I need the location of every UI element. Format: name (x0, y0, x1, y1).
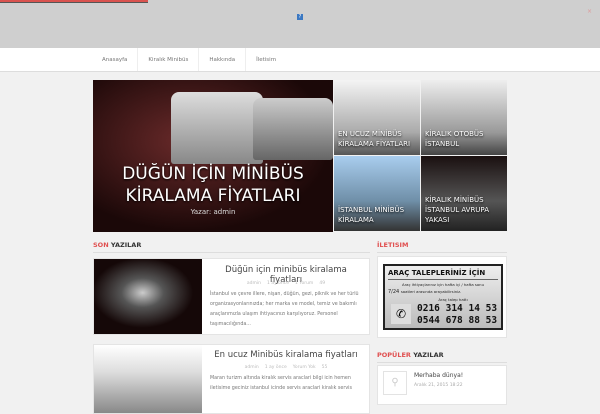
contact-ad[interactable]: ARAÇ TALEPLERİNİZ İÇİN Araç ihtiyaçların… (383, 264, 503, 330)
nav-anasayfa[interactable]: Anasayfa (92, 48, 139, 71)
nav-kiralik-minibus[interactable]: Kiralık Minibüs (138, 48, 200, 71)
tile-title: KİRALIK OTOBÜS İSTANBUL (425, 130, 484, 148)
tile-en-ucuz[interactable]: EN UCUZ MİNİBÜS KİRALAMA FİYATLARI (334, 80, 420, 155)
tile-title: EN UCUZ MİNİBÜS KİRALAMA FİYATLARI (338, 130, 411, 148)
tile-avrupa-yakasi[interactable]: KİRALIK MİNİBÜS İSTANBUL AVRUPA YAKASI (421, 156, 507, 231)
slide-title[interactable]: DÜĞÜN İÇİN MİNİBÜS KİRALAMA FİYATLARI (93, 163, 333, 207)
post-card[interactable]: Düğün için minibüs kiralama fiyatları ad… (93, 258, 370, 335)
red-strip (0, 0, 148, 3)
contact-heading: İLETISIM (377, 241, 507, 253)
phone-icon: ✆ (391, 304, 411, 324)
post-card[interactable]: En ucuz Minibüs kiralama fiyatları admin… (93, 344, 370, 414)
post-thumbnail[interactable] (94, 345, 202, 413)
recent-posts-heading: SON YAZILAR (93, 241, 370, 253)
van-image (253, 98, 333, 160)
tile-istanbul-minibus[interactable]: İSTANBUL MİNİBÜS KİRALAMA (334, 156, 420, 231)
phone-2[interactable]: 0544 678 88 53 (417, 315, 497, 326)
close-icon[interactable]: × (587, 8, 592, 15)
image-placeholder-icon: ⚲ (383, 371, 407, 395)
tile-title: KİRALIK MİNİBÜS İSTANBUL AVRUPA YAKASI (425, 196, 489, 224)
tile-kiralik-otobus[interactable]: KİRALIK OTOBÜS İSTANBUL (421, 80, 507, 155)
ad-hours: 7/24 (388, 289, 400, 295)
popular-heading: POPÜLER YAZILAR (377, 351, 507, 363)
popular-post-date: Aralık 21, 2015 18:22 (414, 383, 463, 388)
popular-post-title[interactable]: Merhaba dünya! (414, 372, 463, 379)
van-image (171, 92, 263, 164)
main-nav: Anasayfa Kiralık Minibüs Hakkında İletis… (0, 48, 600, 72)
nav-iletisim[interactable]: İletisim (246, 48, 286, 71)
post-excerpt: İstanbul ve çevre illere, nişan, düğün, … (210, 292, 359, 327)
featured-slide[interactable]: DÜĞÜN İÇİN MİNİBÜS KİRALAMA FİYATLARI Ya… (93, 80, 333, 232)
phone-1[interactable]: 0216 314 14 53 (417, 303, 497, 314)
slide-author: Yazar: admin (190, 208, 236, 216)
nav-hakkinda[interactable]: Hakkında (199, 48, 247, 71)
contact-widget: ARAÇ TALEPLERİNİZ İÇİN Araç ihtiyaçların… (377, 256, 507, 338)
ad-heading: ARAÇ TALEPLERİNİZ İÇİN (388, 269, 498, 280)
post-meta: admin 1 ay önce Yorum Yok 55 (244, 365, 328, 370)
ad-label: Araç talep hattı (438, 297, 468, 302)
top-banner: ? × (0, 0, 600, 48)
help-icon[interactable]: ? (297, 14, 303, 20)
post-meta: admin 1 ay önce 1 Yorum 49 (246, 281, 326, 286)
tile-title: İSTANBUL MİNİBÜS KİRALAMA (338, 206, 405, 224)
post-title[interactable]: En ucuz Minibüs kiralama fiyatları (209, 350, 363, 360)
popular-widget: ⚲ Merhaba dünya! Aralık 21, 2015 18:22 (377, 365, 507, 405)
ad-line: Araç ihtiyaçlarınız için hafta içi / haf… (402, 282, 484, 287)
post-excerpt: Maran turizm altında kiralık servis arac… (210, 376, 352, 391)
ad-line2: saatleri arasında arayabilirsiniz. (400, 289, 462, 294)
post-thumbnail[interactable] (94, 259, 202, 334)
